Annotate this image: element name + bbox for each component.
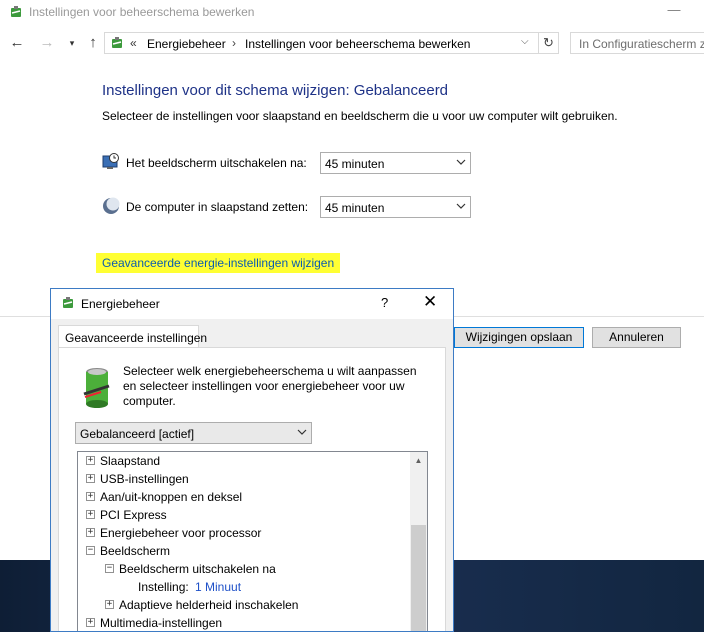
- display-off-select[interactable]: 45 minuten: [320, 152, 471, 174]
- page-title: Instellingen voor dit schema wijzigen: G…: [102, 82, 449, 99]
- expand-icon[interactable]: +: [86, 456, 95, 465]
- tree-item-label: Multimedia-instellingen: [100, 616, 223, 630]
- chevron-down-icon: [456, 203, 466, 209]
- save-changes-button[interactable]: Wijzigingen opslaan: [454, 327, 584, 348]
- collapse-icon[interactable]: −: [105, 564, 114, 573]
- tree-item-label: Energiebeheer voor processor: [100, 526, 262, 540]
- breadcrumb-current[interactable]: Instellingen voor beheerschema bewerken: [245, 37, 470, 51]
- scroll-up-icon[interactable]: ▲: [410, 452, 427, 469]
- dialog-title: Energiebeheer: [81, 297, 160, 311]
- dialog-description: Selecteer welk energiebeheerschema u wil…: [123, 364, 417, 408]
- power-options-dialog: Energiebeheer ? ✕ Geavanceerde instellin…: [50, 288, 454, 632]
- settings-tree[interactable]: + Slaapstand + USB-instellingen + Aan/ui…: [77, 451, 428, 631]
- refresh-button[interactable]: ↻: [539, 32, 559, 54]
- sleep-select[interactable]: 45 minuten: [320, 196, 471, 218]
- expand-icon[interactable]: +: [86, 528, 95, 537]
- expand-icon[interactable]: +: [86, 474, 95, 483]
- power-options-icon: [63, 297, 73, 308]
- tree-item-label: Beeldscherm: [100, 544, 171, 558]
- window-title: Instellingen voor beheerschema bewerken: [29, 5, 255, 19]
- minimize-button[interactable]: —: [664, 2, 684, 22]
- setting-label: Instelling:: [138, 580, 189, 594]
- sleep-label: De computer in slaapstand zetten:: [126, 200, 309, 214]
- up-button[interactable]: ↑: [84, 33, 102, 53]
- scrollbar-thumb[interactable]: [411, 525, 426, 631]
- search-input[interactable]: In Configuratiescherm z: [570, 32, 704, 54]
- power-plan-value: Gebalanceerd [actief]: [80, 427, 195, 441]
- chevron-down-icon: [297, 429, 307, 435]
- tree-item-label: USB-instellingen: [100, 472, 189, 486]
- moon-icon: [103, 197, 120, 214]
- setting-value[interactable]: 1 Minuut: [195, 580, 241, 594]
- navigation-bar: ← → ▾ ↑ « Energiebeheer › Instellingen v…: [0, 30, 704, 56]
- help-button[interactable]: ?: [381, 295, 388, 310]
- page-description: Selecteer de instellingen voor slaapstan…: [102, 109, 618, 123]
- tree-item-label: PCI Express: [100, 508, 167, 522]
- power-plan-select[interactable]: Gebalanceerd [actief]: [75, 422, 312, 444]
- tree-item-label: Beeldscherm uitschakelen na: [119, 562, 276, 576]
- expand-icon[interactable]: +: [86, 510, 95, 519]
- tab-advanced-settings[interactable]: Geavanceerde instellingen: [58, 325, 207, 348]
- address-overflow-chevron[interactable]: «: [130, 36, 137, 50]
- tab-label: Geavanceerde instellingen: [65, 331, 208, 345]
- sleep-value: 45 minuten: [325, 201, 385, 215]
- expand-icon[interactable]: +: [86, 492, 95, 501]
- cancel-button[interactable]: Annuleren: [592, 327, 681, 348]
- collapse-icon[interactable]: −: [86, 546, 95, 555]
- tree-item-label: Slaapstand: [100, 454, 161, 468]
- close-button[interactable]: ✕: [423, 292, 437, 312]
- address-dropdown-icon[interactable]: ⌵: [521, 36, 529, 47]
- breadcrumb-energiebeheer[interactable]: Energiebeheer: [147, 37, 226, 51]
- monitor-clock-icon: [102, 153, 119, 169]
- recent-locations-button[interactable]: ▾: [63, 33, 81, 53]
- tree-scrollbar[interactable]: ▲: [410, 452, 427, 631]
- search-placeholder: In Configuratiescherm z: [579, 37, 704, 51]
- tree-item-label: Adaptieve helderheid inschakelen: [119, 598, 299, 612]
- display-off-value: 45 minuten: [325, 157, 385, 171]
- battery-icon: [83, 368, 110, 408]
- tab-panel: Selecteer welk energiebeheerschema u wil…: [58, 347, 446, 631]
- back-button[interactable]: ←: [8, 33, 26, 53]
- chevron-down-icon: [456, 159, 466, 165]
- address-bar[interactable]: « Energiebeheer › Instellingen voor behe…: [104, 32, 539, 54]
- advanced-settings-link[interactable]: Geavanceerde energie-instellingen wijzig…: [96, 253, 341, 273]
- expand-icon[interactable]: +: [86, 618, 95, 627]
- breadcrumb-separator-icon[interactable]: ›: [232, 36, 236, 50]
- title-bar: Instellingen voor beheerschema bewerken …: [0, 0, 704, 26]
- tree-item-label: Aan/uit-knoppen en deksel: [100, 490, 243, 504]
- forward-button[interactable]: →: [38, 33, 56, 53]
- power-options-icon: [11, 6, 21, 17]
- power-options-icon: [112, 37, 122, 48]
- dialog-title-bar: Energiebeheer ? ✕: [51, 289, 453, 319]
- expand-icon[interactable]: +: [105, 600, 114, 609]
- display-off-label: Het beeldscherm uitschakelen na:: [126, 156, 307, 170]
